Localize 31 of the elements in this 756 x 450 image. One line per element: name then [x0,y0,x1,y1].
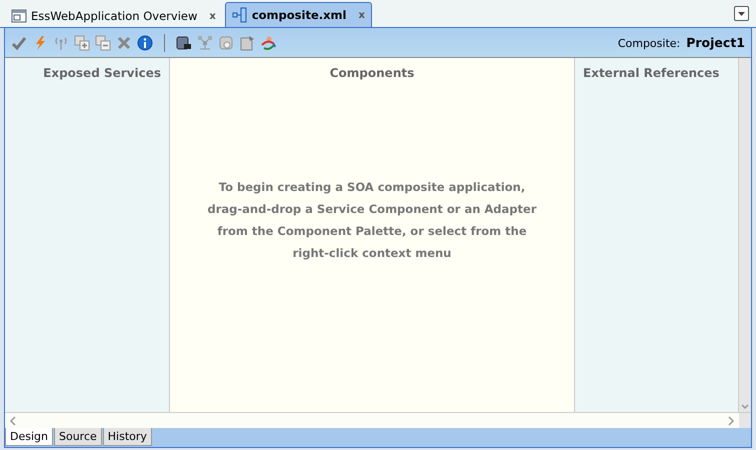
column-title: Components [330,66,414,80]
hint-text: To begin creating a SOA composite application, [218,180,526,194]
person-icon[interactable] [260,34,276,50]
hint-text: drag-and-drop a Service Component or an Adapter [208,202,536,216]
hint-text: right-click context menu [292,246,452,260]
document-icon[interactable] [239,34,255,50]
close-button[interactable]: x [358,10,365,20]
column-title: Exposed Services [43,66,161,80]
editor-tab[interactable]: EssWebApplication Overview x [4,4,223,27]
column-title: External References [583,66,720,80]
composite-name: Project1 [686,35,745,50]
view-tab[interactable]: Design [5,428,53,446]
add-icon[interactable] [74,34,90,50]
close-button[interactable]: x [209,10,216,22]
delete-icon[interactable] [116,34,132,50]
dropdown-button[interactable] [734,6,749,21]
diagram-icon [232,7,248,23]
network-icon[interactable] [197,34,213,50]
view-tab[interactable]: History [102,428,152,446]
database-icon[interactable] [176,34,192,50]
info-icon[interactable] [137,34,153,50]
window-icon [11,8,27,24]
hint-text: from the Component Palette, or select from the [217,224,527,238]
scroll-left-icon[interactable] [9,416,17,426]
remove-icon[interactable] [95,34,111,50]
editor-tab[interactable]: composite.xml x [224,2,372,27]
check-icon[interactable] [11,34,27,50]
scroll-down-icon[interactable] [741,402,749,412]
view-tab[interactable]: Source [54,428,102,446]
scroll-right-icon[interactable] [727,416,735,426]
composite-label: Composite: [618,37,680,50]
